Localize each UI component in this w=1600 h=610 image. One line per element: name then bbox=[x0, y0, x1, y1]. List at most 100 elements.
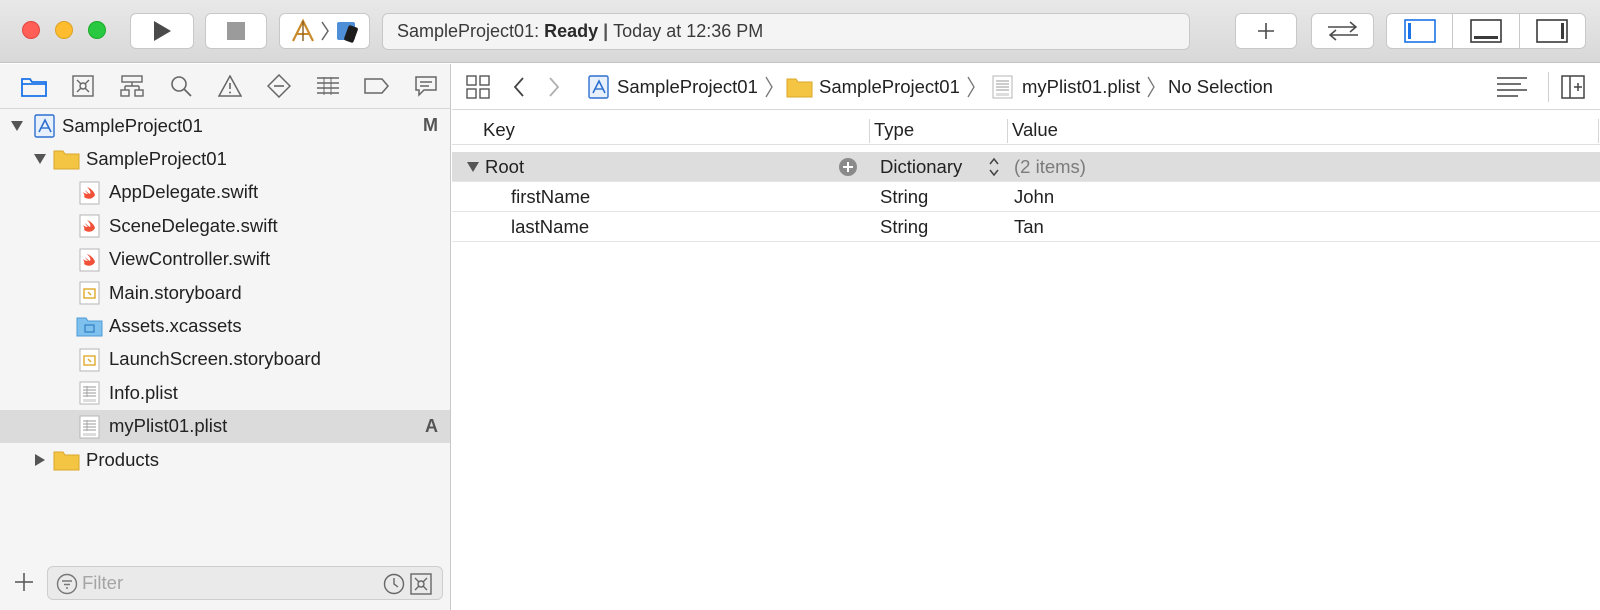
chevron-right-icon bbox=[320, 21, 329, 41]
plist-type-cell[interactable]: Dictionary bbox=[880, 152, 962, 181]
filter-field bbox=[47, 566, 443, 600]
storyboard-icon bbox=[79, 281, 100, 305]
tree-item-file[interactable]: Assets.xcassets bbox=[0, 309, 450, 342]
tree-item-project[interactable]: SampleProject01 M bbox=[0, 109, 450, 142]
plist-row[interactable]: firstName String John bbox=[452, 182, 1600, 212]
plus-icon bbox=[1258, 23, 1274, 39]
plist-file-icon bbox=[992, 75, 1013, 99]
value-column-header[interactable]: Value bbox=[1012, 115, 1058, 145]
debug-navigator-tab[interactable] bbox=[303, 66, 352, 106]
tree-item-file[interactable]: LaunchScreen.storyboard bbox=[0, 343, 450, 376]
plist-type-cell[interactable]: String bbox=[880, 182, 928, 211]
stepper-updown-icon[interactable] bbox=[988, 152, 1000, 181]
filter-input[interactable] bbox=[82, 571, 372, 595]
disclosure-expanded-icon[interactable] bbox=[10, 119, 24, 133]
scheme-selector[interactable] bbox=[279, 13, 370, 49]
column-divider bbox=[1598, 119, 1599, 143]
panel-toggle-group bbox=[1386, 13, 1586, 49]
plist-row[interactable]: lastName String Tan bbox=[452, 212, 1600, 242]
find-navigator-tab[interactable] bbox=[157, 66, 206, 106]
toolbar: SampleProject01: Ready | Today at 12:36 PM bbox=[0, 0, 1600, 63]
project-navigator: SampleProject01 M SampleProject01 AppDel… bbox=[0, 64, 451, 610]
disclosure-expanded-icon[interactable] bbox=[466, 152, 480, 181]
toggle-inspector-button[interactable] bbox=[1518, 14, 1585, 48]
column-divider[interactable] bbox=[869, 119, 870, 143]
tree-item-label: SampleProject01 bbox=[62, 114, 203, 136]
disclosure-collapsed-icon[interactable] bbox=[33, 453, 47, 467]
recent-files-clock-icon[interactable] bbox=[383, 573, 405, 595]
tree-item-file[interactable]: SceneDelegate.swift bbox=[0, 209, 450, 242]
disclosure-expanded-icon[interactable] bbox=[33, 152, 47, 166]
breadcrumb-label: SampleProject01 bbox=[819, 76, 960, 97]
breakpoint-navigator-tab[interactable] bbox=[352, 66, 401, 106]
run-button[interactable] bbox=[130, 13, 194, 49]
plist-column-header: Key Type Value bbox=[452, 115, 1600, 145]
xcode-project-icon bbox=[588, 75, 609, 99]
key-column-header[interactable]: Key bbox=[483, 115, 515, 145]
toggle-navigator-button[interactable] bbox=[1387, 14, 1452, 48]
breadcrumb-project[interactable]: SampleProject01 bbox=[587, 64, 774, 110]
tree-item-file[interactable]: Main.storyboard bbox=[0, 276, 450, 309]
stop-button[interactable] bbox=[205, 13, 267, 49]
breadcrumb-group[interactable]: SampleProject01 bbox=[786, 64, 976, 110]
symbol-navigator-tab[interactable] bbox=[108, 66, 157, 106]
add-row-icon[interactable] bbox=[838, 152, 858, 181]
status-state-label: Ready bbox=[544, 21, 599, 41]
close-window-button[interactable] bbox=[22, 21, 40, 39]
tree-item-label: Assets.xcassets bbox=[109, 315, 242, 337]
tree-item-file[interactable]: AppDelegate.swift bbox=[0, 176, 450, 209]
minimize-window-button[interactable] bbox=[55, 21, 73, 39]
tree-item-file[interactable]: ViewController.swift bbox=[0, 243, 450, 276]
zoom-window-button[interactable] bbox=[88, 21, 106, 39]
plist-value-cell[interactable]: John bbox=[1014, 182, 1054, 211]
breadcrumb-file[interactable]: myPlist01.plist bbox=[992, 64, 1156, 110]
navigator-filter-bar bbox=[0, 556, 450, 610]
source-control-filter-icon[interactable] bbox=[410, 573, 432, 595]
related-items-grid-icon[interactable] bbox=[466, 75, 490, 99]
speech-bubble-icon bbox=[414, 76, 437, 97]
issue-navigator-tab[interactable] bbox=[206, 66, 255, 106]
test-diamond-icon bbox=[266, 74, 291, 98]
bottom-panel-icon bbox=[1470, 19, 1502, 43]
plist-value-cell[interactable]: (2 items) bbox=[1014, 152, 1086, 181]
breadcrumb-separator-icon bbox=[1147, 76, 1155, 98]
toggle-debug-area-button[interactable] bbox=[1452, 14, 1518, 48]
tree-item-label: ViewController.swift bbox=[109, 248, 271, 270]
forward-arrow-icon[interactable] bbox=[547, 76, 561, 98]
right-panel-icon bbox=[1536, 19, 1569, 43]
jumpbar-divider bbox=[1548, 72, 1549, 102]
add-editor-icon[interactable] bbox=[1561, 75, 1585, 99]
tree-item-label: myPlist01.plist bbox=[109, 415, 228, 437]
editor-options-lines-icon[interactable] bbox=[1496, 75, 1528, 99]
xcode-window: SampleProject01: Ready | Today at 12:36 PM bbox=[0, 0, 1600, 610]
tree-item-file[interactable]: Info.plist bbox=[0, 376, 450, 409]
plist-value-cell[interactable]: Tan bbox=[1014, 212, 1044, 241]
plist-row-root[interactable]: Root Dictionary (2 items) bbox=[452, 152, 1600, 182]
arrows-left-right-icon bbox=[1327, 21, 1358, 41]
xcode-project-icon bbox=[34, 114, 55, 138]
tree-item-label: Info.plist bbox=[109, 381, 178, 403]
plist-key-cell[interactable]: firstName bbox=[511, 182, 590, 211]
tree-item-file-selected[interactable]: myPlist01.plist A bbox=[0, 409, 450, 443]
report-navigator-tab[interactable] bbox=[401, 66, 450, 106]
source-control-navigator-tab[interactable] bbox=[59, 66, 108, 106]
type-column-header[interactable]: Type bbox=[874, 115, 914, 145]
code-review-button[interactable] bbox=[1311, 13, 1374, 49]
add-file-button[interactable] bbox=[12, 570, 36, 594]
plist-type-cell[interactable]: String bbox=[880, 212, 928, 241]
status-time-label: Today at 12:36 PM bbox=[613, 21, 764, 41]
tree-item-group[interactable]: SampleProject01 bbox=[0, 142, 450, 175]
plist-key-cell[interactable]: lastName bbox=[511, 212, 589, 241]
status-project-label: SampleProject01: bbox=[397, 21, 540, 41]
breadcrumb-label: No Selection bbox=[1168, 76, 1273, 97]
library-button[interactable] bbox=[1235, 13, 1297, 49]
back-arrow-icon[interactable] bbox=[512, 76, 526, 98]
column-divider[interactable] bbox=[1007, 119, 1008, 143]
debug-gauge-icon bbox=[316, 77, 339, 95]
breadcrumb-selection[interactable]: No Selection bbox=[1168, 64, 1273, 110]
test-navigator-tab[interactable] bbox=[254, 66, 303, 106]
project-navigator-tab[interactable] bbox=[10, 66, 59, 106]
jump-bar: SampleProject01 SampleProject01 myPlist0… bbox=[452, 64, 1600, 110]
tree-item-group[interactable]: Products bbox=[0, 443, 450, 476]
plist-key-cell[interactable]: Root bbox=[485, 152, 524, 181]
